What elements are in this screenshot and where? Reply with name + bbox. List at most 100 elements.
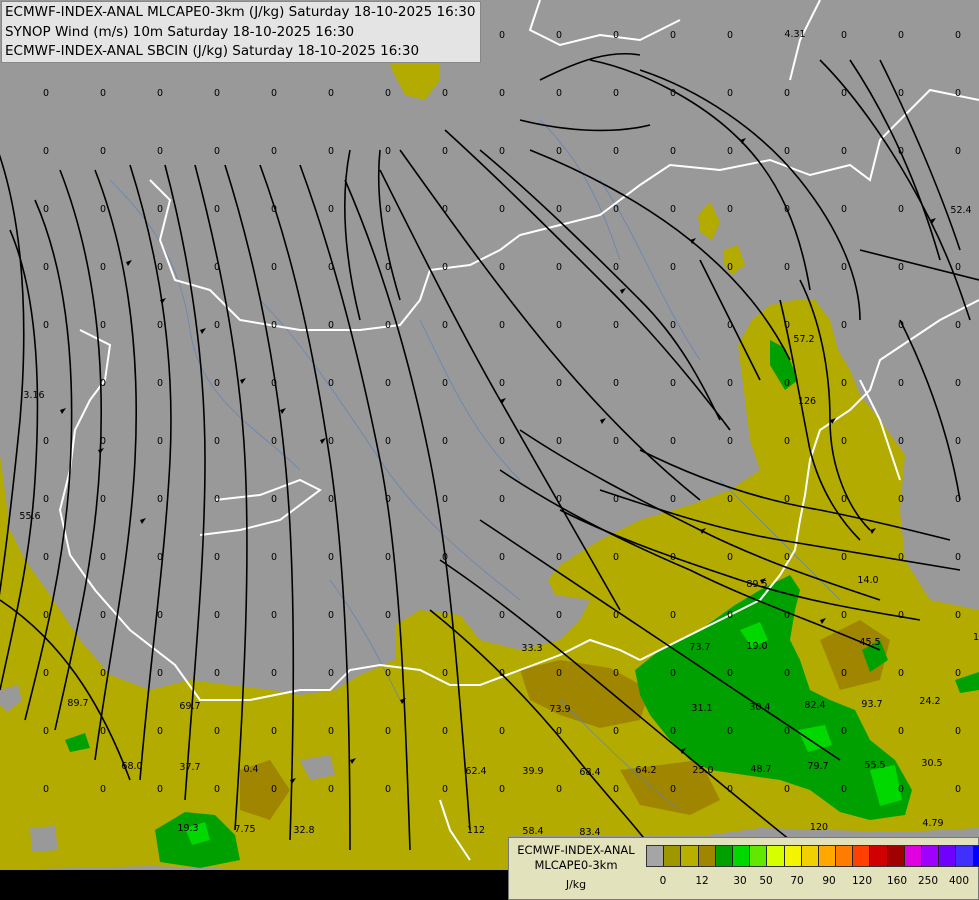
legend-tick-label: 160 [886, 875, 908, 887]
value-label-zero: 0 [727, 668, 733, 679]
value-label-zero: 0 [955, 552, 961, 563]
value-label-zero: 0 [613, 552, 619, 563]
value-label-zero: 0 [670, 784, 676, 795]
value-label-zero: 0 [955, 436, 961, 447]
value-label: 45.5 [859, 637, 880, 648]
value-label-zero: 0 [556, 494, 562, 505]
value-label-zero: 0 [613, 88, 619, 99]
value-label: 69.7 [179, 701, 200, 712]
value-label-zero: 0 [100, 668, 106, 679]
value-label-zero: 0 [328, 436, 334, 447]
legend-swatch [732, 846, 751, 866]
value-label-zero: 0 [784, 262, 790, 273]
legend-title-line2: MLCAPE0-3km [534, 858, 618, 872]
legend-swatch [801, 846, 819, 866]
value-label-zero: 0 [670, 30, 676, 41]
value-label-zero: 0 [955, 262, 961, 273]
value-label-zero: 0 [841, 146, 847, 157]
value-label-zero: 0 [955, 610, 961, 621]
value-label-zero: 0 [841, 726, 847, 737]
value-label-zero: 0 [442, 494, 448, 505]
legend-swatch [698, 846, 716, 866]
value-label-zero: 0 [328, 262, 334, 273]
value-label-zero: 0 [442, 726, 448, 737]
value-label-zero: 0 [385, 668, 391, 679]
weather-map: 4.31 52.4 57.2 126 3.16 55.6 14.0 89.5 33.3 73.7 1… [0, 0, 979, 900]
value-label-zero: 0 [442, 784, 448, 795]
legend-swatch [767, 846, 785, 866]
value-label-zero: 0 [157, 552, 163, 563]
value-label: 52.4 [950, 205, 971, 216]
value-label-zero: 0 [841, 552, 847, 563]
value-label-zero: 0 [385, 436, 391, 447]
title-line-wind: SYNOP Wind (m/s) 10m Saturday 18-10-2025… [5, 23, 355, 40]
value-label-zero: 0 [784, 88, 790, 99]
value-label-zero: 0 [727, 610, 733, 621]
value-label-zero: 0 [727, 146, 733, 157]
value-label-zero: 0 [955, 378, 961, 389]
value-label-zero: 0 [214, 378, 220, 389]
value-label-zero: 0 [100, 436, 106, 447]
value-label-zero: 0 [727, 262, 733, 273]
value-label-zero: 0 [328, 668, 334, 679]
value-label-zero: 0 [898, 378, 904, 389]
legend-tick-label: 120 [851, 875, 873, 887]
value-label-zero: 0 [214, 668, 220, 679]
value-label-zero: 0 [556, 610, 562, 621]
value-label-zero: 0 [556, 30, 562, 41]
value-label-zero: 0 [157, 668, 163, 679]
value-label-zero: 0 [613, 494, 619, 505]
value-label-zero: 0 [499, 262, 505, 273]
value-label-zero: 0 [955, 146, 961, 157]
value-label-zero: 0 [442, 88, 448, 99]
value-label-zero: 0 [100, 204, 106, 215]
value-label-zero: 0 [556, 726, 562, 737]
value-label-zero: 0 [955, 320, 961, 331]
value-label-zero: 0 [157, 784, 163, 795]
value-label-zero: 0 [784, 378, 790, 389]
value-label-zero: 0 [43, 320, 49, 331]
value-label: 89.5 [746, 579, 767, 590]
value-label-zero: 0 [385, 610, 391, 621]
legend-tick-label: 400 [948, 875, 970, 887]
value-label: 7.75 [234, 824, 255, 835]
value-label: 0.4 [243, 764, 258, 775]
value-label-zero: 0 [727, 30, 733, 41]
value-label-zero: 0 [898, 146, 904, 157]
value-label-zero: 0 [898, 726, 904, 737]
value-label-zero: 0 [100, 146, 106, 157]
value-label-zero: 0 [157, 436, 163, 447]
value-label-zero: 0 [898, 30, 904, 41]
value-label-zero: 0 [898, 784, 904, 795]
legend-swatch [870, 846, 888, 866]
value-label-zero: 0 [442, 668, 448, 679]
value-label: 58.4 [522, 826, 543, 837]
value-label-zero: 0 [727, 552, 733, 563]
value-label-zero: 0 [271, 726, 277, 737]
value-label: 68.4 [579, 767, 600, 778]
value-label-zero: 0 [157, 494, 163, 505]
value-label-zero: 0 [727, 320, 733, 331]
value-label-zero: 0 [784, 494, 790, 505]
value-label-zero: 0 [385, 552, 391, 563]
value-label-zero: 0 [271, 204, 277, 215]
value-label-zero: 0 [157, 262, 163, 273]
value-label-zero: 0 [499, 204, 505, 215]
value-label-zero: 0 [670, 88, 676, 99]
value-label-zero: 0 [841, 610, 847, 621]
legend-tick-label: 0 [659, 875, 667, 887]
value-label-zero: 0 [556, 784, 562, 795]
value-label-zero: 0 [214, 88, 220, 99]
value-label: 31.1 [691, 703, 712, 714]
value-label: 1 [973, 632, 979, 643]
value-label-zero: 0 [613, 30, 619, 41]
value-label-zero: 0 [100, 610, 106, 621]
value-label-zero: 0 [670, 262, 676, 273]
value-label: 89.7 [67, 698, 88, 709]
value-label-zero: 0 [955, 726, 961, 737]
value-label-zero: 0 [157, 320, 163, 331]
legend-title-line1: ECMWF-INDEX-ANAL [517, 843, 635, 857]
value-label-zero: 0 [385, 262, 391, 273]
value-label: 4.31 [784, 29, 805, 40]
value-label-zero: 0 [898, 436, 904, 447]
